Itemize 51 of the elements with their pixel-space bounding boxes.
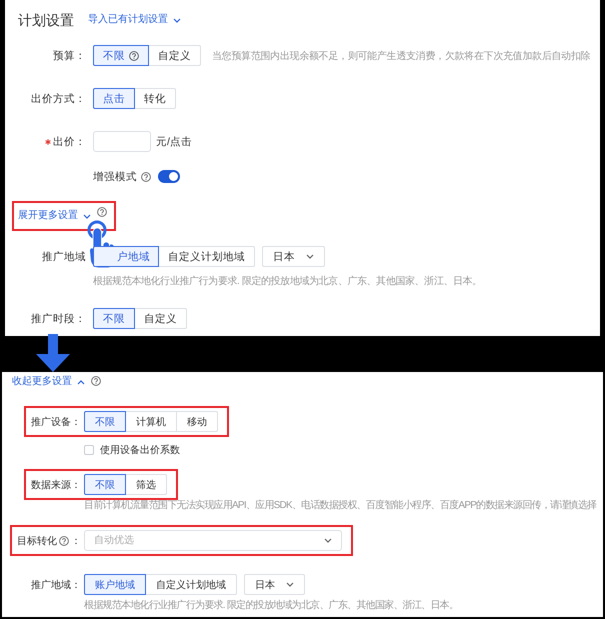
field-label: 目标转化 xyxy=(17,534,57,548)
hint-text: 当您预算范围内出现余额不足，则可能产生透支消费，欠款将在下次充值加款后自动扣除 xyxy=(212,50,590,62)
option-button[interactable]: 不限 xyxy=(93,308,135,329)
hint-text: 目前计算机流量范围下无法实现应用API、应用SDK、电话数据授权、百度智能小程序、百度APP的数据来源回传，请谨慎选择 xyxy=(84,500,596,512)
unit-label: 元/点击 xyxy=(156,134,192,148)
chevron-down-icon xyxy=(173,18,181,22)
chevron-down-icon xyxy=(324,538,332,543)
option-button[interactable]: 自定义计划地域 xyxy=(145,574,237,595)
collapse-link[interactable]: 收起更多设置 xyxy=(12,375,85,389)
help-icon[interactable] xyxy=(141,172,151,182)
option-button[interactable]: 户地域 xyxy=(93,246,159,267)
help-icon[interactable] xyxy=(59,536,69,546)
help-icon[interactable] xyxy=(91,376,101,386)
option-button[interactable]: 筛选 xyxy=(125,474,167,495)
checkbox-label: 使用设备出价系数 xyxy=(100,444,180,457)
hint-text: 根据规范本地化行业推广行为要求. 限定的投放地域为北京、广东、其他国家、浙江、日本。 xyxy=(93,275,482,289)
region-dropdown[interactable]: 日本 xyxy=(244,574,305,595)
option-button[interactable]: 点击 xyxy=(93,88,135,109)
toggle-switch[interactable] xyxy=(158,170,180,183)
field-label: 推广设备： xyxy=(31,416,81,428)
bid-input[interactable] xyxy=(93,131,151,152)
field-label: 推广地域 xyxy=(42,250,86,264)
chevron-down-icon xyxy=(306,254,314,259)
option-button[interactable]: 账户地域 xyxy=(84,574,146,595)
expand-link[interactable]: 展开更多设置 xyxy=(18,209,91,223)
option-button[interactable]: 不限 xyxy=(84,411,126,432)
hint-text: 根据规范本地化行业推广行为要求. 限定的投放地域为北京、广东、其他国家、浙江、日本。 xyxy=(84,600,458,612)
toggle-label: 增强模式 xyxy=(93,170,137,184)
region-dropdown[interactable]: 日本 xyxy=(262,246,325,267)
option-button[interactable]: 自定义 xyxy=(148,45,201,66)
option-button[interactable]: 自定义计划地域 xyxy=(158,246,255,267)
field-label: 出价： xyxy=(53,134,86,148)
checkbox[interactable] xyxy=(84,445,94,455)
field-label: 推广时段： xyxy=(31,312,86,326)
help-icon[interactable] xyxy=(129,50,139,60)
import-link[interactable]: 导入已有计划设置 xyxy=(88,13,181,27)
field-label: 数据来源： xyxy=(31,478,81,492)
section-title: 计划设置 xyxy=(18,11,74,30)
field-label: 出价方式： xyxy=(31,92,86,106)
field-label: 推广地域： xyxy=(31,578,81,592)
help-icon[interactable] xyxy=(97,207,107,217)
option-button[interactable]: 转化 xyxy=(134,88,176,109)
chevron-down-icon xyxy=(286,582,294,587)
option-button[interactable]: 移动 xyxy=(176,411,218,432)
option-button[interactable]: 不限 xyxy=(84,474,126,495)
select-field[interactable]: 自动优选 xyxy=(84,530,342,551)
option-button[interactable]: 不限 xyxy=(93,45,149,66)
option-button[interactable]: 计算机 xyxy=(125,411,177,432)
label-colon: ： xyxy=(71,534,81,548)
field-label: 预算： xyxy=(53,48,86,62)
option-button[interactable]: 自定义 xyxy=(134,308,187,329)
